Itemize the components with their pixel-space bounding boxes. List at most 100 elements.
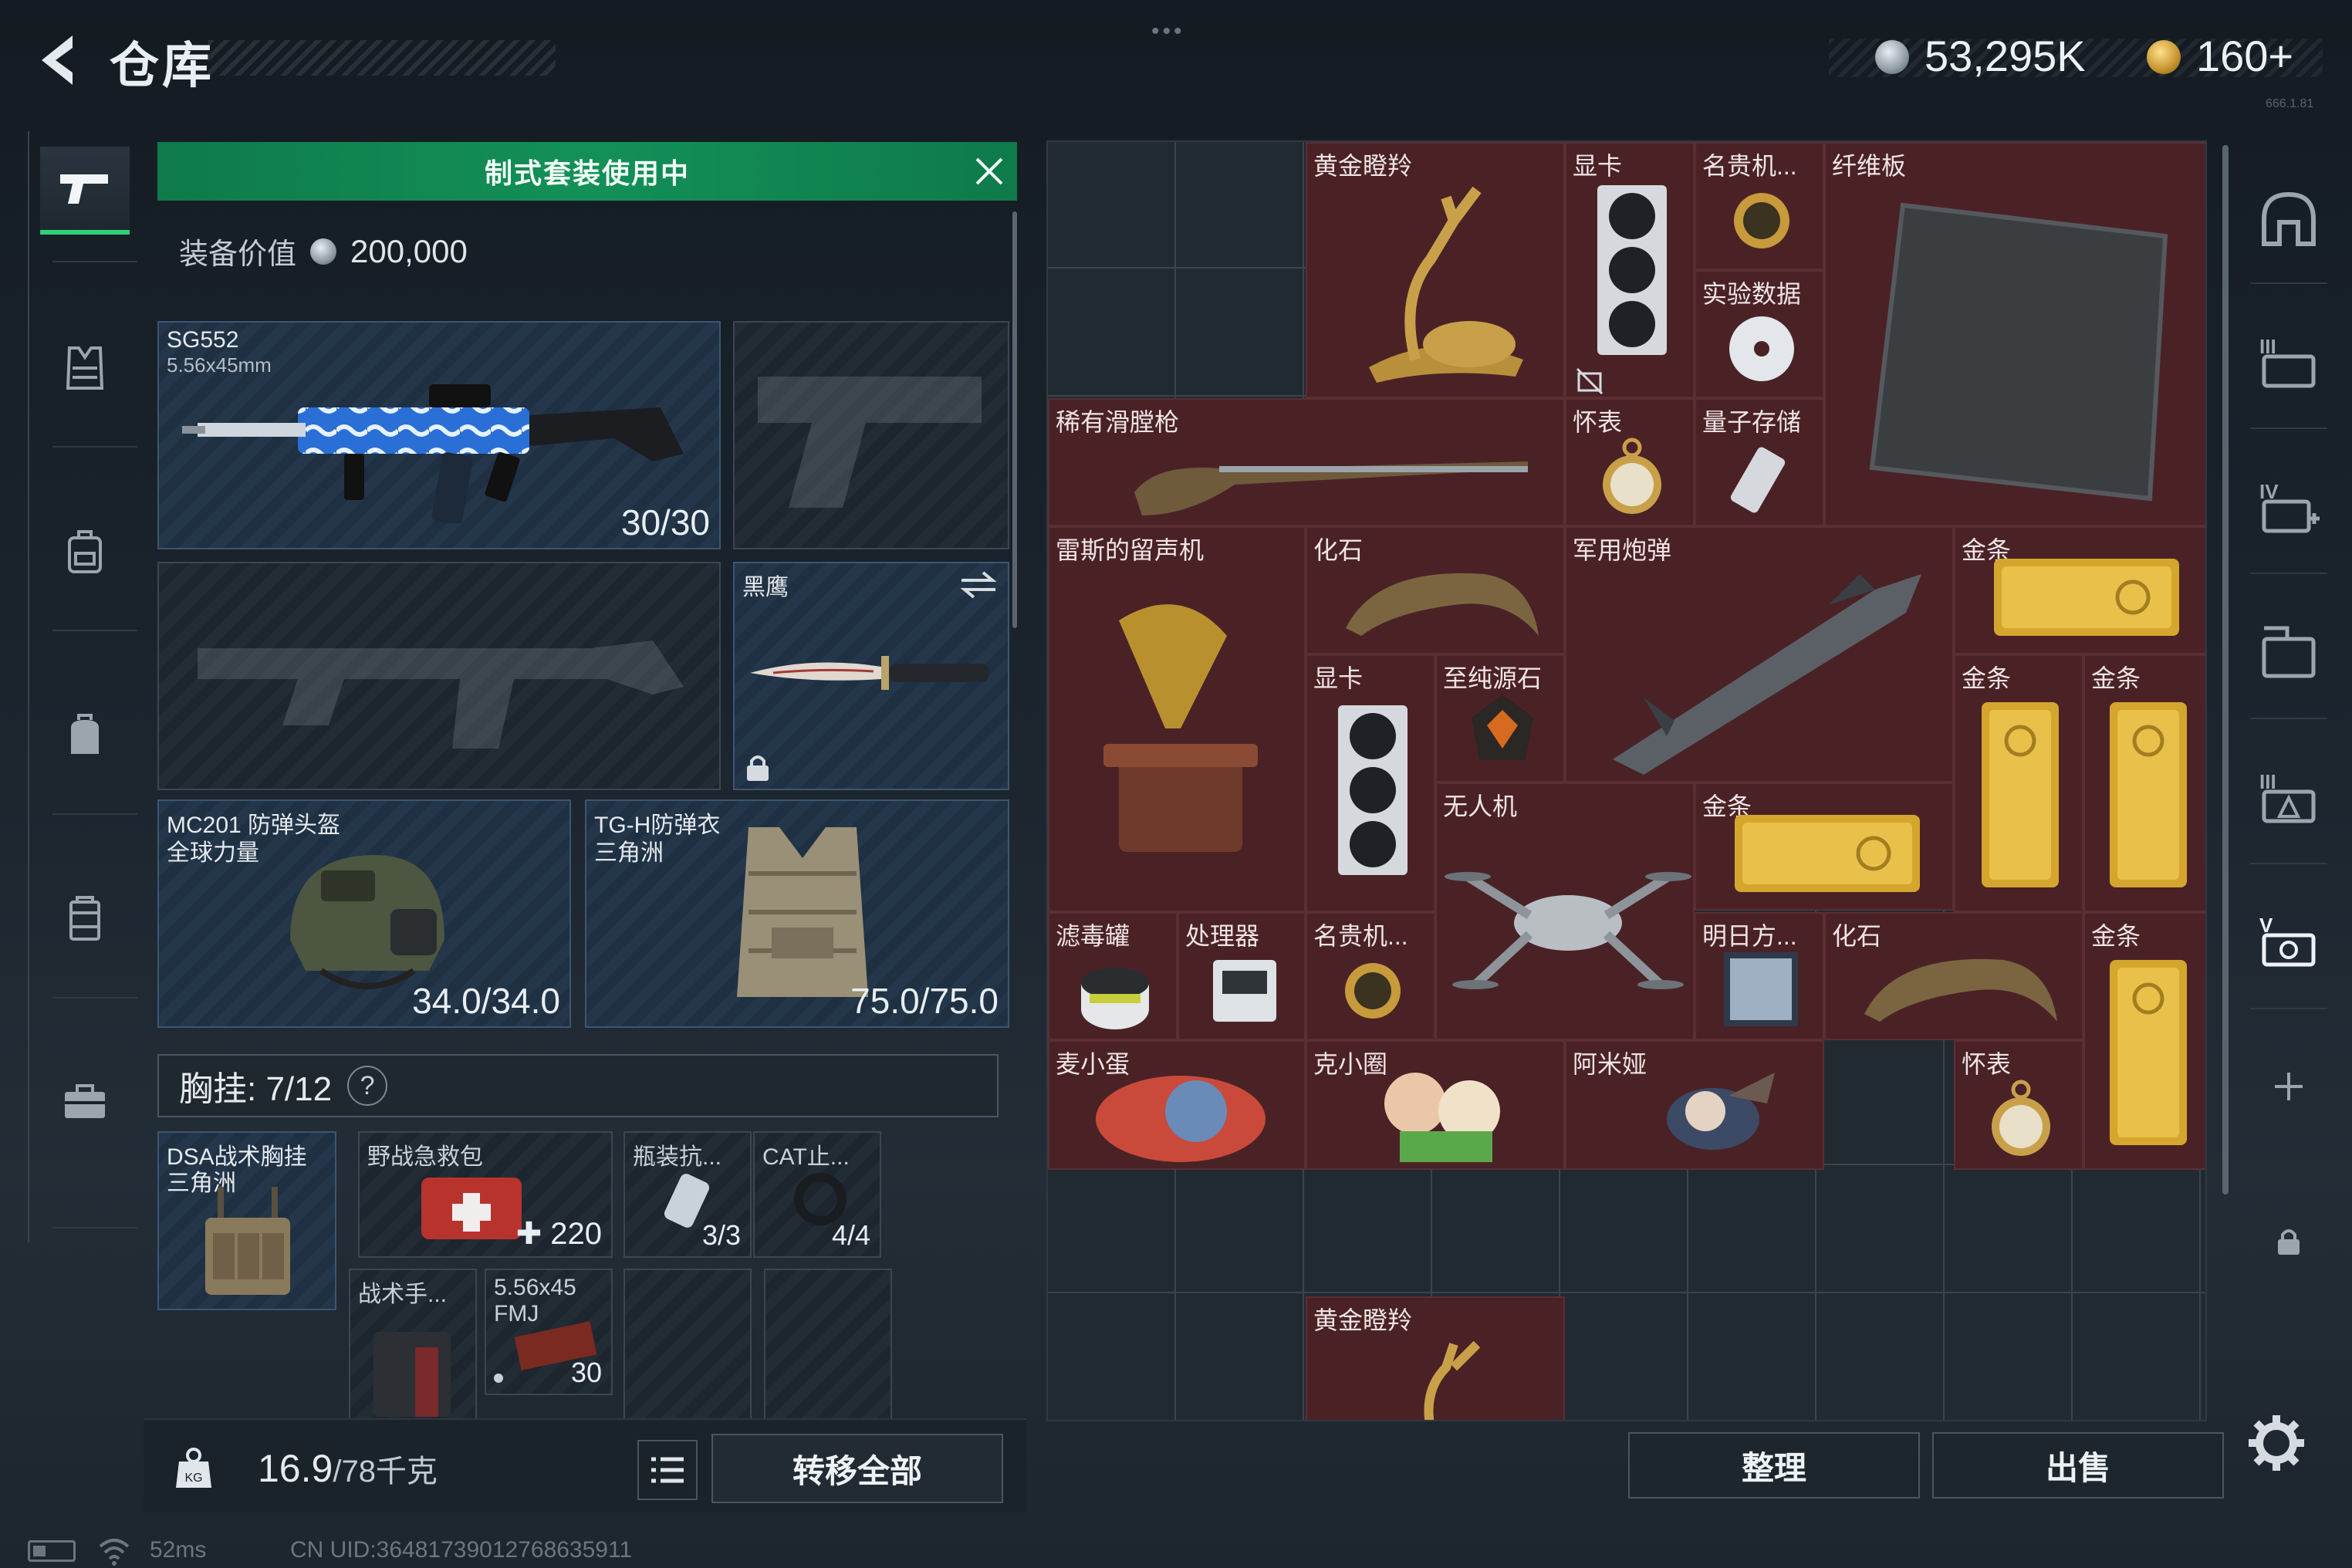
back-button[interactable] (28, 29, 90, 91)
stash-item[interactable]: 阿米娅 (1565, 1040, 1824, 1170)
money-amount[interactable]: 53,295K (1925, 31, 2086, 81)
stash-item[interactable]: 金条 (2083, 912, 2205, 1170)
stash-item[interactable]: 稀有滑膛枪 (1048, 398, 1565, 526)
rig-item-grenade[interactable]: 战术手... (349, 1269, 477, 1423)
stash-item[interactable]: 金条 (1954, 654, 2083, 912)
stash-item[interactable]: 无人机 (1435, 782, 1695, 1040)
stash-tab-home[interactable] (2244, 174, 2333, 264)
armor-slot[interactable]: TG-H防弹衣 三角洲 75.0/75.0 (585, 799, 1009, 1028)
assault-rifle-icon (182, 384, 684, 523)
nav-divider (52, 997, 137, 999)
nav-briefcase[interactable] (40, 1057, 130, 1145)
stash-item[interactable]: 麦小蛋 (1048, 1040, 1306, 1170)
stash-item[interactable]: 化石 (1824, 912, 2083, 1040)
close-button[interactable] (972, 154, 1006, 188)
tab-divider (2250, 282, 2327, 284)
stash-tab-iii[interactable]: III (2244, 316, 2333, 406)
rig-item-firstaid[interactable]: 野战急救包 ✚ 220 (358, 1131, 613, 1258)
stash-item[interactable]: 军用炮弹 (1565, 526, 1954, 782)
stash-grid[interactable]: 黄金瞪羚 显卡 名贵机... 纤维板 实验数据 稀有滑膛枪 怀表 量子存储 雷斯… (1046, 140, 2207, 1421)
nav-bag[interactable] (40, 691, 130, 779)
chest-rig-icon (205, 1187, 290, 1295)
stash-item[interactable]: 显卡 (1565, 142, 1695, 398)
nav-case[interactable] (40, 875, 130, 963)
nav-divider (52, 630, 137, 631)
gold-watch-icon (1734, 193, 1789, 248)
stash-active-icon: V (2259, 914, 2316, 967)
title-decoration (208, 40, 556, 76)
stash-item[interactable]: 处理器 (1178, 912, 1306, 1040)
stash-item[interactable]: 量子存储 (1695, 398, 1824, 526)
stash-tab-folder[interactable] (2244, 607, 2333, 696)
add-stash-button[interactable] (2244, 1042, 2333, 1131)
stash-item[interactable]: 克小圈 (1306, 1040, 1565, 1170)
stash-item[interactable]: 怀表 (1565, 398, 1695, 526)
back-arrow-icon (42, 35, 73, 85)
chest-rig-capacity: 胸挂: 7/12 (179, 1070, 333, 1108)
stash-item[interactable]: 滤毒罐 (1048, 912, 1178, 1040)
stash-item[interactable]: 纤维板 (1824, 142, 2205, 526)
drone-icon (1445, 872, 1691, 989)
sell-button[interactable]: 出售 (1932, 1432, 2224, 1499)
nav-backpack[interactable] (40, 508, 130, 596)
swap-icon[interactable] (958, 569, 999, 600)
nav-divider (52, 813, 137, 815)
silver-coin-icon (310, 238, 337, 265)
add-icon (2275, 1073, 2303, 1100)
stash-item[interactable]: 明日方... (1695, 912, 1824, 1040)
pocket-watch-icon (1992, 1080, 2050, 1156)
item-label: 金条 (2091, 922, 2141, 950)
gold-amount[interactable]: 160+ (2196, 31, 2293, 81)
rig-item-ammo[interactable]: 5.56x45 FMJ 30 (485, 1269, 613, 1395)
gear-icon (2249, 1415, 2304, 1471)
loadout-scrollbar[interactable] (1012, 211, 1017, 628)
stash-item[interactable]: 金条 (1695, 782, 1954, 911)
nav-weapons[interactable] (40, 147, 130, 235)
gold-coin-icon (2147, 40, 2181, 74)
help-button[interactable]: ? (347, 1066, 388, 1106)
item-label: 无人机 (1443, 792, 1518, 820)
ammo-dot-icon (494, 1374, 503, 1383)
stash-tab-iv[interactable]: IV (2244, 461, 2333, 551)
sort-button[interactable]: 整理 (1628, 1432, 1920, 1499)
item-label: 黄金瞪羚 (1313, 1306, 1413, 1334)
stash-item[interactable]: 金条 (2083, 654, 2205, 912)
stash-item[interactable]: 化石 (1306, 526, 1565, 654)
transfer-all-button[interactable]: 转移全部 (711, 1434, 1003, 1503)
rig-item-empty[interactable] (764, 1269, 892, 1423)
page-title: 仓库 (110, 38, 215, 93)
usb-drive-icon (1730, 447, 1786, 513)
nav-armor[interactable] (40, 324, 130, 412)
stash-tab-active[interactable]: V (2244, 895, 2333, 985)
stash-item[interactable]: 雷斯的留声机 (1048, 526, 1306, 912)
stash-item[interactable]: 怀表 (1954, 1040, 2083, 1170)
stash-item[interactable]: 黄金瞪羚 (1306, 1296, 1565, 1420)
stash-lock-button[interactable] (2244, 1196, 2333, 1286)
stash-scrollbar[interactable] (2222, 145, 2229, 1195)
pocket-watch-icon (1603, 438, 1661, 514)
pistol-slot[interactable] (733, 321, 1009, 549)
stash-item[interactable]: 至纯源石 (1435, 654, 1565, 782)
list-view-button[interactable] (637, 1440, 698, 1500)
rig-item-bottle[interactable]: 瓶装抗... 3/3 (623, 1131, 752, 1258)
rig-item-empty[interactable] (623, 1269, 752, 1423)
secondary-weapon-slot[interactable] (157, 562, 721, 790)
stash-folder-icon (2262, 626, 2316, 678)
primary-weapon-slot[interactable]: SG552 5.56x45mm 30/30 (157, 321, 721, 549)
helmet-slot[interactable]: MC201 防弹头盔 全球力量 34.0/34.0 (157, 799, 571, 1028)
rig-item-tourniquet[interactable]: CAT止... 4/4 (753, 1131, 881, 1258)
stash-item[interactable]: 名贵机... (1306, 912, 1435, 1040)
equipment-value-amount: 200,000 (350, 232, 468, 269)
stash-item[interactable]: 实验数据 (1695, 270, 1824, 398)
fiber-board-icon (1869, 202, 2168, 502)
stash-item[interactable]: 黄金瞪羚 (1306, 142, 1565, 398)
stash-tab-iii-b[interactable]: III (2244, 752, 2333, 841)
stash-item[interactable]: 名贵机... (1695, 142, 1824, 270)
knife-icon (750, 656, 989, 690)
melee-slot[interactable]: 黑鹰 (733, 562, 1009, 790)
chest-rig-slot[interactable]: DSA战术胸挂 三角洲 (157, 1131, 336, 1310)
item-label: 金条 (2091, 664, 2141, 692)
settings-button[interactable] (2246, 1412, 2307, 1474)
stash-item[interactable]: 金条 (1954, 526, 2205, 654)
stash-item[interactable]: 显卡 (1306, 654, 1435, 912)
